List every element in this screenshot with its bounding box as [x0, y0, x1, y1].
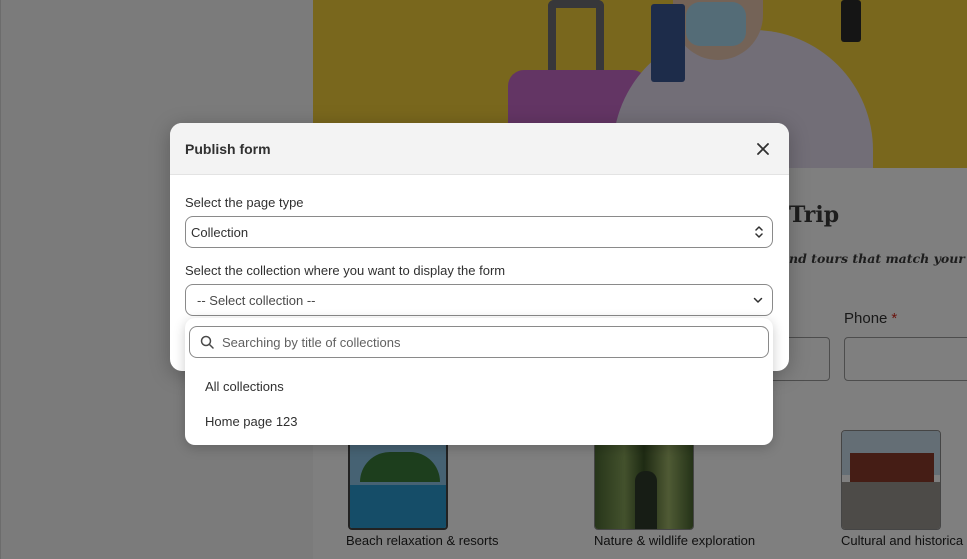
page-type-value: Collection [191, 224, 249, 240]
page-type-select[interactable]: Collection [185, 216, 773, 248]
collection-select[interactable]: -- Select collection -- [185, 284, 773, 316]
close-button[interactable] [752, 138, 774, 160]
collection-value: -- Select collection -- [197, 292, 316, 308]
dropdown-option-all-collections[interactable]: All collections [205, 379, 284, 394]
dropdown-option-home-page-123[interactable]: Home page 123 [205, 414, 298, 429]
modal-header: Publish form [170, 123, 789, 175]
chevron-down-icon [753, 297, 763, 303]
collection-search-input[interactable] [222, 334, 742, 350]
select-stepper-icon [755, 226, 763, 238]
page-type-label: Select the page type [185, 195, 304, 210]
modal-title: Publish form [185, 140, 271, 157]
collection-label: Select the collection where you want to … [185, 263, 506, 278]
search-icon [200, 335, 214, 349]
collection-search[interactable] [189, 326, 769, 358]
collection-dropdown: All collections Home page 123 [185, 318, 773, 445]
close-icon [757, 142, 769, 155]
